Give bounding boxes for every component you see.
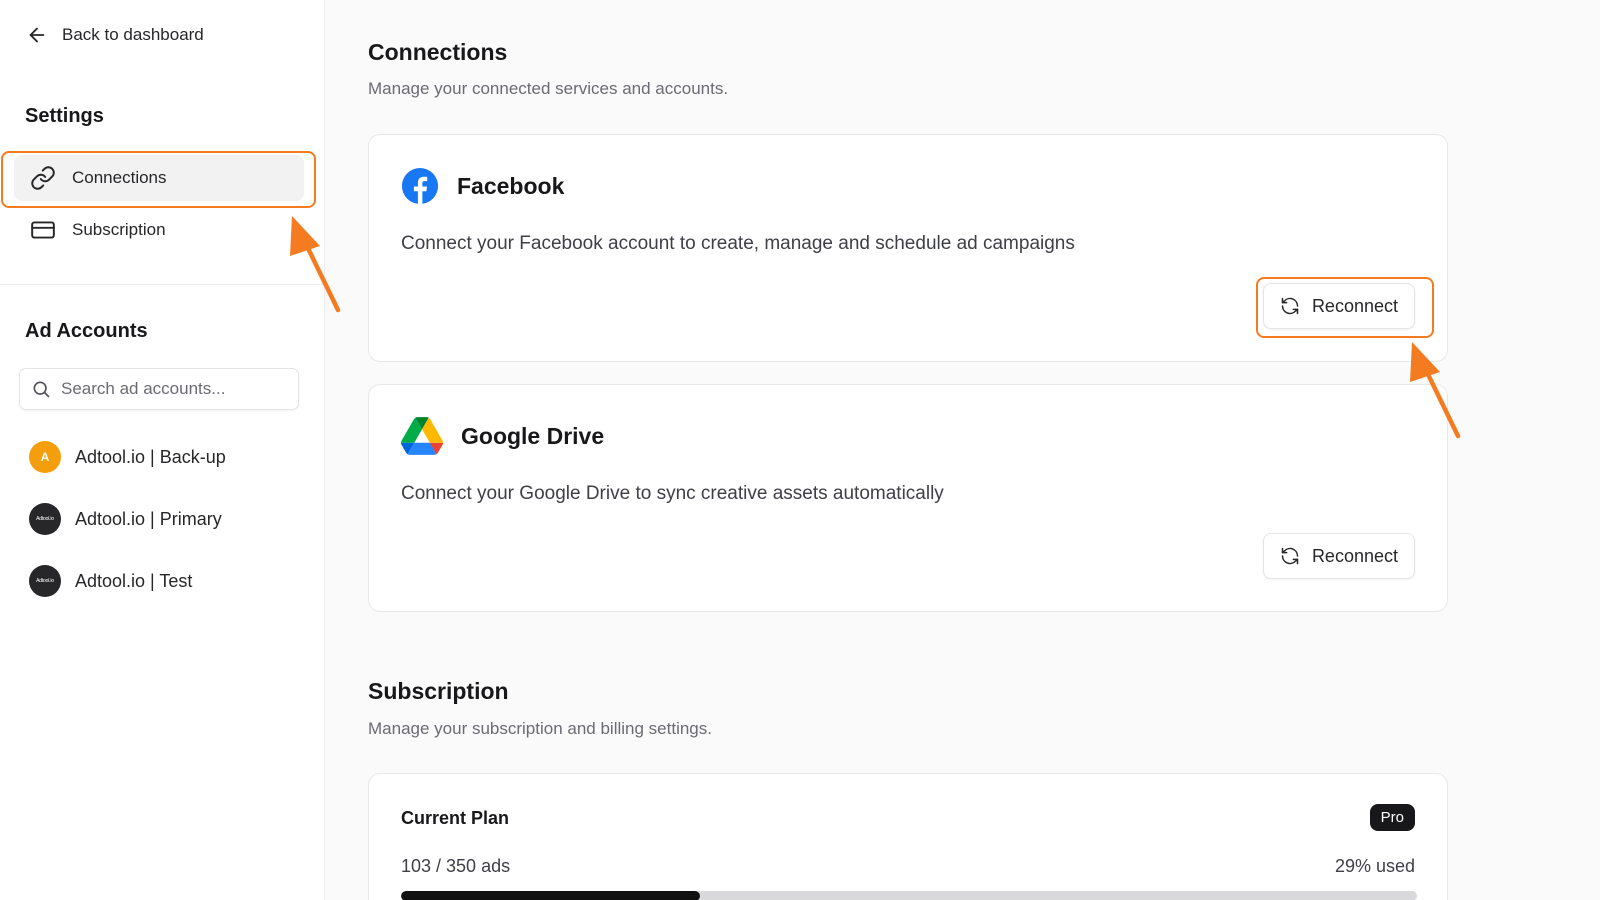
- avatar: Adtool.io: [29, 503, 61, 535]
- sidebar-item-subscription[interactable]: Subscription: [14, 207, 304, 253]
- subscription-subtitle: Manage your subscription and billing set…: [368, 719, 712, 738]
- ad-account-item[interactable]: A Adtool.io | Back-up: [29, 441, 226, 473]
- ad-account-label: Adtool.io | Back-up: [75, 446, 226, 467]
- credit-card-icon: [31, 221, 55, 239]
- ad-account-item[interactable]: Adtool.io Adtool.io | Test: [29, 565, 192, 597]
- refresh-icon: [1281, 547, 1299, 565]
- ad-account-label: Adtool.io | Primary: [75, 508, 222, 529]
- card-header: Facebook: [401, 167, 564, 205]
- service-description: Connect your Google Drive to sync creati…: [401, 483, 944, 504]
- service-description: Connect your Facebook account to create,…: [401, 233, 1075, 254]
- settings-heading: Settings: [25, 105, 104, 127]
- sidebar-item-label: Subscription: [72, 220, 166, 239]
- facebook-connection-card: Facebook Connect your Facebook account t…: [368, 134, 1448, 362]
- connections-subtitle: Manage your connected services and accou…: [368, 79, 729, 98]
- sidebar-divider: [0, 284, 325, 285]
- ad-account-item[interactable]: Adtool.io Adtool.io | Primary: [29, 503, 222, 535]
- subscription-title: Subscription: [368, 678, 509, 704]
- link-icon: [31, 166, 55, 190]
- refresh-icon: [1281, 297, 1299, 315]
- ad-account-label: Adtool.io | Test: [75, 570, 193, 591]
- connections-title: Connections: [368, 39, 508, 65]
- sidebar-item-connections[interactable]: Connections: [14, 155, 304, 201]
- usage-progress-fill: [401, 891, 700, 900]
- search-icon: [33, 381, 50, 398]
- ad-account-search[interactable]: [19, 368, 299, 410]
- button-label: Reconnect: [1311, 295, 1398, 316]
- search-input[interactable]: [61, 379, 281, 399]
- back-link-label: Back to dashboard: [62, 25, 204, 44]
- back-to-dashboard-link[interactable]: Back to dashboard: [26, 24, 204, 46]
- ad-accounts-heading: Ad Accounts: [25, 320, 148, 342]
- google-drive-connection-card: Google Drive Connect your Google Drive t…: [368, 384, 1448, 612]
- service-name: Google Drive: [461, 422, 605, 449]
- usage-count: 103 / 350 ads: [401, 856, 511, 876]
- sidebar: Back to dashboard Settings Connections S…: [0, 0, 325, 900]
- service-name: Facebook: [457, 172, 565, 199]
- card-header: Google Drive: [401, 417, 604, 455]
- plan-badge: Pro: [1369, 804, 1415, 831]
- button-label: Reconnect: [1311, 545, 1398, 566]
- usage-percent: 29% used: [1334, 856, 1415, 876]
- avatar: A: [29, 441, 61, 473]
- current-plan-card: Current Plan Pro 103 / 350 ads 29% used: [368, 773, 1448, 900]
- google-drive-reconnect-button[interactable]: Reconnect: [1262, 533, 1415, 579]
- facebook-reconnect-button[interactable]: Reconnect: [1262, 283, 1415, 329]
- facebook-icon: [401, 167, 439, 205]
- google-drive-icon: [401, 417, 443, 455]
- avatar: Adtool.io: [29, 565, 61, 597]
- usage-progress-bar: [401, 891, 1417, 900]
- sidebar-item-label: Connections: [72, 168, 167, 187]
- arrow-left-icon: [29, 27, 45, 43]
- current-plan-label: Current Plan: [401, 808, 510, 828]
